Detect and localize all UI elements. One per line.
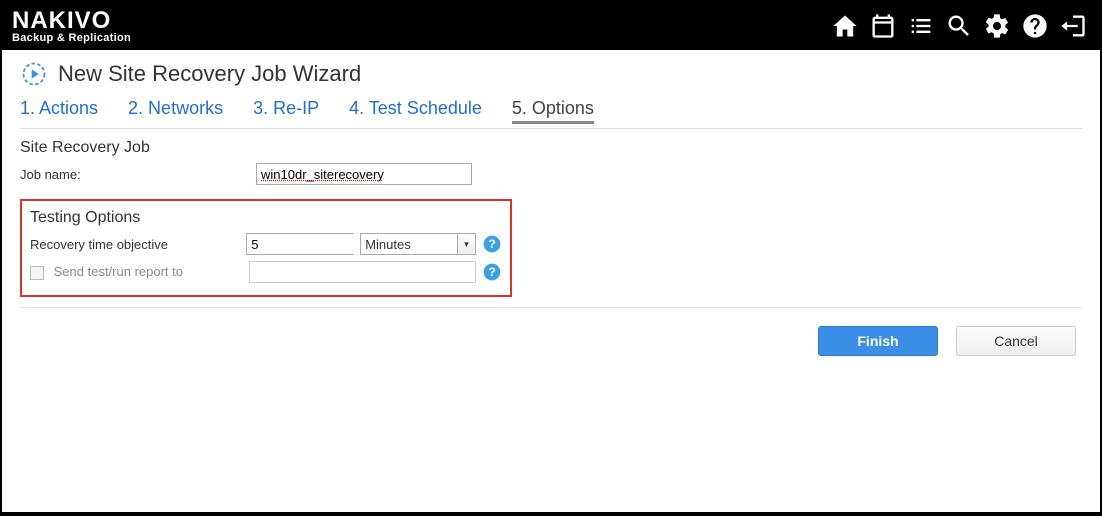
tab-options[interactable]: 5. Options bbox=[512, 98, 594, 124]
rto-label: Recovery time objective bbox=[30, 237, 246, 252]
calendar-icon[interactable] bbox=[866, 9, 900, 43]
wizard-title: New Site Recovery Job Wizard bbox=[58, 61, 361, 87]
top-bar: NAKIVO Backup & Replication bbox=[2, 2, 1100, 50]
cancel-button[interactable]: Cancel bbox=[956, 326, 1076, 356]
wizard-tabs: 1. Actions 2. Networks 3. Re-IP 4. Test … bbox=[20, 98, 1082, 129]
brand-title: NAKIVO bbox=[12, 9, 131, 33]
tab-reip[interactable]: 3. Re-IP bbox=[253, 98, 319, 124]
brand: NAKIVO Backup & Replication bbox=[12, 9, 131, 44]
section-site-recovery-title: Site Recovery Job bbox=[20, 139, 1082, 157]
rto-help-icon[interactable]: ? bbox=[482, 234, 502, 254]
list-icon[interactable] bbox=[904, 9, 938, 43]
tab-networks[interactable]: 2. Networks bbox=[128, 98, 223, 124]
section-testing-options-title: Testing Options bbox=[30, 209, 502, 227]
wizard-gear-icon bbox=[20, 60, 48, 88]
send-report-label: Send test/run report to bbox=[54, 264, 183, 279]
gear-icon[interactable] bbox=[980, 9, 1014, 43]
topbar-actions bbox=[828, 9, 1090, 43]
rto-value-spinner[interactable]: ▲ ▼ bbox=[246, 233, 354, 255]
send-report-checkbox[interactable] bbox=[30, 266, 44, 280]
tab-actions[interactable]: 1. Actions bbox=[20, 98, 98, 124]
logout-icon[interactable] bbox=[1056, 9, 1090, 43]
report-help-icon[interactable]: ? bbox=[482, 262, 502, 282]
job-name-label: Job name: bbox=[20, 167, 256, 182]
divider bbox=[20, 307, 1082, 308]
report-label-wrap: Send test/run report to bbox=[30, 264, 249, 280]
svg-text:?: ? bbox=[488, 266, 495, 279]
testing-options-highlight: Testing Options Recovery time objective … bbox=[20, 199, 512, 297]
job-name-input[interactable] bbox=[256, 163, 472, 185]
tab-test-schedule[interactable]: 4. Test Schedule bbox=[349, 98, 482, 124]
rto-unit-select[interactable]: Minutes ▾ bbox=[360, 233, 476, 255]
rto-unit-value: Minutes bbox=[361, 237, 457, 252]
svg-text:?: ? bbox=[488, 238, 495, 251]
finish-button[interactable]: Finish bbox=[818, 326, 938, 356]
brand-subtitle: Backup & Replication bbox=[12, 33, 131, 44]
home-icon[interactable] bbox=[828, 9, 862, 43]
help-icon[interactable] bbox=[1018, 9, 1052, 43]
search-icon[interactable] bbox=[942, 9, 976, 43]
send-report-input[interactable] bbox=[249, 261, 476, 283]
chevron-down-icon[interactable]: ▾ bbox=[457, 234, 475, 254]
